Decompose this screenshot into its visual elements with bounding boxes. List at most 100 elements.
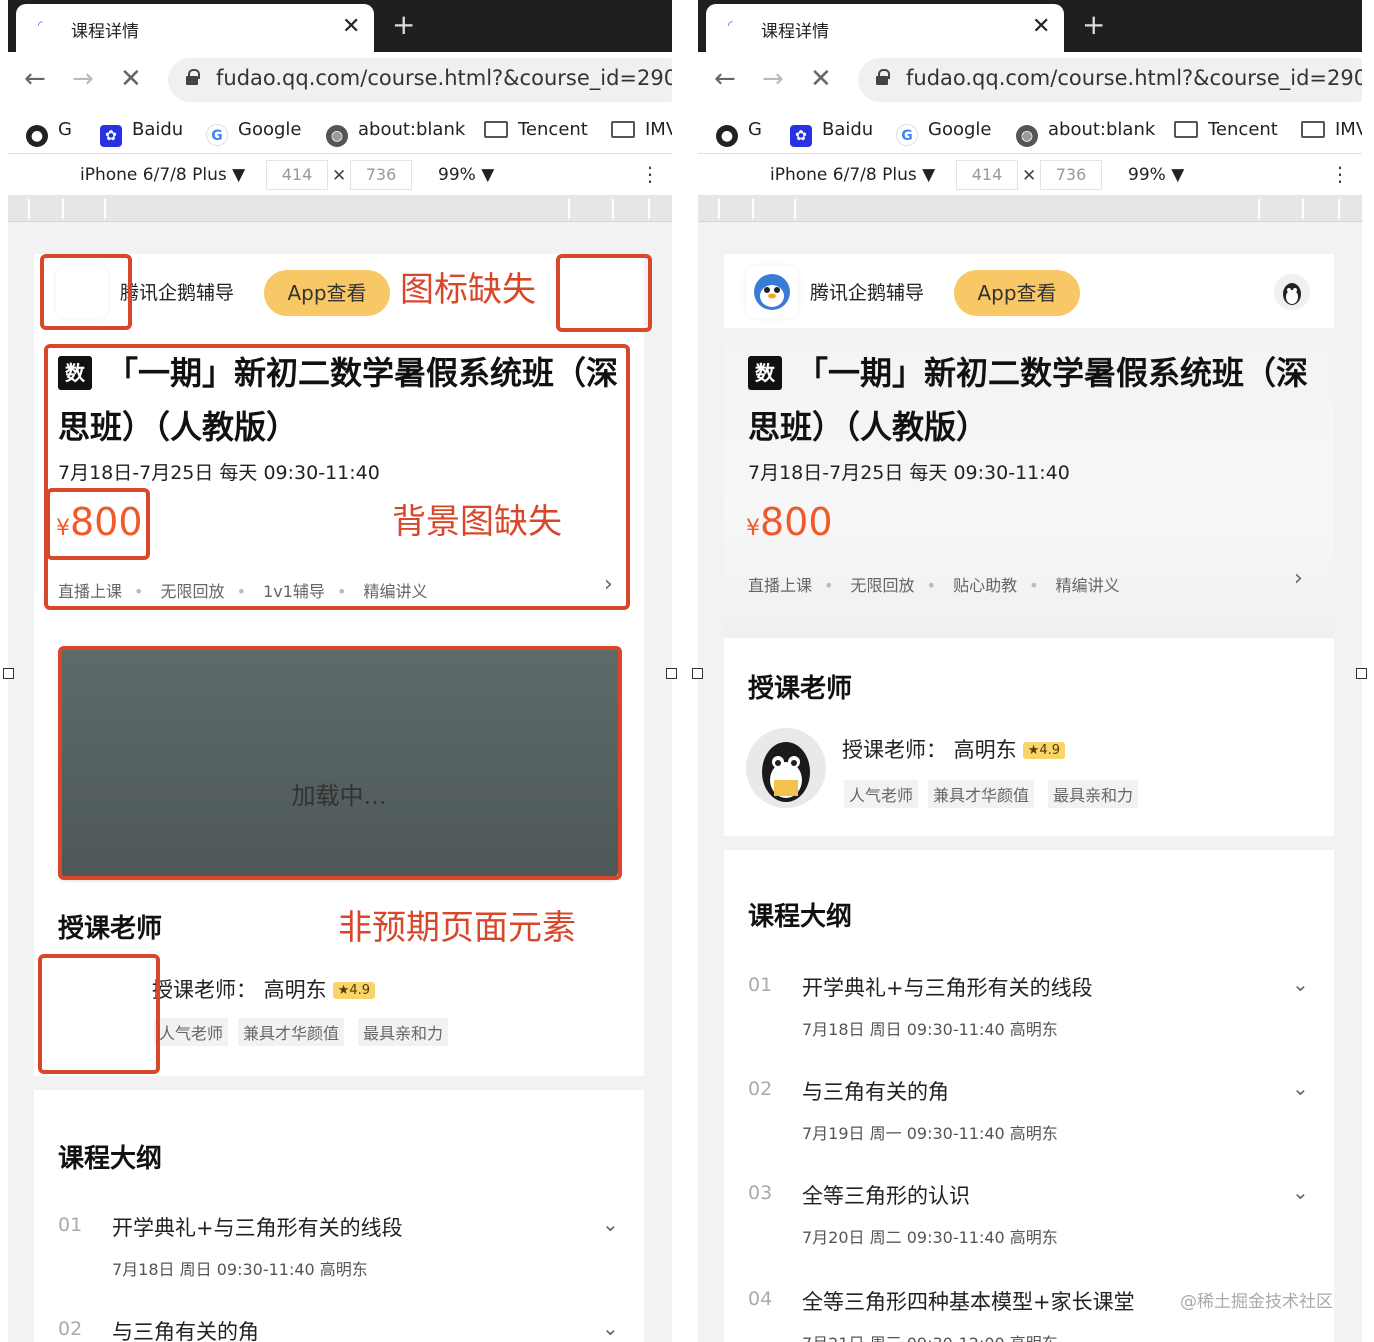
github-icon: ● xyxy=(26,125,48,147)
brand-name: 腾讯企鹅辅导 xyxy=(120,282,235,304)
bookmark-tencent[interactable]: Tencent xyxy=(484,119,588,140)
teacher-name: 授课老师： 高明东 ★4.9 xyxy=(842,734,1066,764)
bookmark-google[interactable]: G Google xyxy=(206,119,301,146)
google-icon: G xyxy=(206,124,228,146)
course-price: ¥800 xyxy=(746,500,833,544)
outline-section-title: 课程大纲 xyxy=(748,902,853,932)
bookmark-github[interactable]: ● G xyxy=(716,119,762,147)
annotation-box-logo xyxy=(40,254,132,330)
zoom-select[interactable]: 99% ▼ xyxy=(1128,165,1184,185)
chevron-down-icon[interactable]: ⌄ xyxy=(602,1212,619,1236)
stop-icon[interactable]: ✕ xyxy=(120,64,142,94)
annotation-box-teacher-avatar xyxy=(38,954,160,1074)
resize-handle[interactable] xyxy=(1356,668,1367,679)
app-view-button[interactable]: App查看 xyxy=(264,270,390,316)
comparison-screenshot: ◜ 课程详情 ✕ + ← → ✕ fudao.qq.com/course.htm… xyxy=(0,0,1374,1342)
back-icon[interactable]: ← xyxy=(24,64,46,94)
stop-icon[interactable]: ✕ xyxy=(810,64,832,94)
outline-title[interactable]: 全等三角形四种基本模型+家长课堂 xyxy=(802,1286,1135,1316)
baidu-icon: ✿ xyxy=(790,125,812,147)
mobile-page: 腾讯企鹅辅导 App查看 数「一期」新初二数学暑假系统班（深思班）（人教版） 7… xyxy=(724,254,1334,1342)
teacher-section-title: 授课老师 xyxy=(58,914,163,944)
outline-title[interactable]: 与三角有关的角 xyxy=(802,1076,949,1106)
forward-icon[interactable]: → xyxy=(762,64,784,94)
chevron-down-icon[interactable]: ⌄ xyxy=(1292,1180,1309,1204)
forward-icon[interactable]: → xyxy=(72,64,94,94)
teacher-tag: 最具亲和力 xyxy=(1048,780,1139,808)
google-icon: G xyxy=(896,124,918,146)
rating-badge: ★4.9 xyxy=(332,982,376,999)
height-input[interactable]: 736 xyxy=(1040,160,1102,190)
teacher-avatar xyxy=(746,728,826,808)
baidu-icon: ✿ xyxy=(100,125,122,147)
bookmark-google[interactable]: G Google xyxy=(896,119,991,146)
chevron-down-icon[interactable]: ⌄ xyxy=(602,1316,619,1340)
user-avatar-icon[interactable] xyxy=(1274,274,1310,310)
bookmark-baidu[interactable]: ✿ Baidu xyxy=(790,119,873,147)
width-input[interactable]: 414 xyxy=(266,160,328,190)
bookmark-imv[interactable]: IMV xyxy=(611,119,672,140)
bookmark-blank[interactable]: ◍ about:blank xyxy=(1016,119,1155,147)
back-icon[interactable]: ← xyxy=(714,64,736,94)
annotation-box-loading xyxy=(58,646,622,880)
resize-handle[interactable] xyxy=(666,668,677,679)
outline-number: 02 xyxy=(58,1318,83,1340)
teacher-section-title: 授课老师 xyxy=(748,674,853,704)
tag-item: 无限回放 xyxy=(850,576,915,595)
rating-badge: ★4.9 xyxy=(1022,742,1066,759)
outline-title[interactable]: 全等三角形的认识 xyxy=(802,1180,970,1210)
tab-title: 课程详情 xyxy=(761,22,829,42)
app-view-button[interactable]: App查看 xyxy=(954,270,1080,316)
tab-active[interactable]: ◜ 课程详情 ✕ xyxy=(16,4,374,52)
chevron-right-icon[interactable]: › xyxy=(1294,566,1303,591)
outline-number: 02 xyxy=(748,1078,773,1100)
outline-title[interactable]: 开学典礼+与三角形有关的线段 xyxy=(802,972,1093,1002)
resize-handle[interactable] xyxy=(692,668,703,679)
globe-icon: ◍ xyxy=(1016,125,1038,147)
address-bar[interactable]: fudao.qq.com/course.html?&course_id=2909… xyxy=(168,58,672,102)
more-icon[interactable]: ⋮ xyxy=(640,162,660,186)
outline-title[interactable]: 与三角有关的角 xyxy=(112,1316,259,1342)
chevron-down-icon[interactable]: ⌄ xyxy=(1292,1076,1309,1100)
folder-icon xyxy=(484,121,508,138)
bookmark-tencent[interactable]: Tencent xyxy=(1174,119,1278,140)
new-tab-icon[interactable]: + xyxy=(392,8,415,41)
device-select[interactable]: iPhone 6/7/8 Plus ▼ xyxy=(770,165,935,185)
address-bar[interactable]: fudao.qq.com/course.html?&course_id=2909… xyxy=(858,58,1362,102)
bookmark-github[interactable]: ● G xyxy=(26,119,72,147)
outline-subtitle: 7月20日 周二 09:30-11:40 高明东 xyxy=(802,1228,1058,1247)
right-browser: ◜ 课程详情 ✕ + ← → ✕ fudao.qq.com/course.htm… xyxy=(698,0,1362,1342)
tab-bar: ◜ 课程详情 ✕ + xyxy=(698,0,1362,52)
close-icon[interactable]: ✕ xyxy=(1032,14,1050,39)
chevron-down-icon[interactable]: ⌄ xyxy=(1292,972,1309,996)
height-input[interactable]: 736 xyxy=(350,160,412,190)
media-query-ruler xyxy=(8,196,672,222)
bookmark-imv[interactable]: IMV xyxy=(1301,119,1362,140)
bookmark-blank[interactable]: ◍ about:blank xyxy=(326,119,465,147)
outline-number: 04 xyxy=(748,1288,773,1310)
zoom-select[interactable]: 99% ▼ xyxy=(438,165,494,185)
device-select[interactable]: iPhone 6/7/8 Plus ▼ xyxy=(80,165,245,185)
close-icon[interactable]: ✕ xyxy=(342,14,360,39)
teacher-tag: 兼具才华颜值 xyxy=(928,780,1035,808)
github-icon: ● xyxy=(716,125,738,147)
outline-number: 01 xyxy=(58,1214,83,1236)
new-tab-icon[interactable]: + xyxy=(1082,8,1105,41)
outline-section-title: 课程大纲 xyxy=(58,1144,163,1174)
more-icon[interactable]: ⋮ xyxy=(1330,162,1350,186)
brand-name: 腾讯企鹅辅导 xyxy=(810,282,925,304)
width-input[interactable]: 414 xyxy=(956,160,1018,190)
annotation-box-avatar xyxy=(556,254,652,332)
device-toolbar: iPhone 6/7/8 Plus ▼ 414 ✕ 736 99% ▼ ⋮ xyxy=(8,154,672,196)
subject-badge: 数 xyxy=(748,356,782,390)
loading-icon: ◜ xyxy=(38,18,43,32)
folder-icon xyxy=(1174,121,1198,138)
section-divider xyxy=(724,836,1334,850)
tab-active[interactable]: ◜ 课程详情 ✕ xyxy=(706,4,1064,52)
nav-toolbar: ← → ✕ fudao.qq.com/course.html?&course_i… xyxy=(698,52,1362,108)
bookmark-baidu[interactable]: ✿ Baidu xyxy=(100,119,183,147)
resize-handle[interactable] xyxy=(3,668,14,679)
tab-title: 课程详情 xyxy=(71,22,139,42)
outline-number: 01 xyxy=(748,974,773,996)
outline-title[interactable]: 开学典礼+与三角形有关的线段 xyxy=(112,1212,403,1242)
